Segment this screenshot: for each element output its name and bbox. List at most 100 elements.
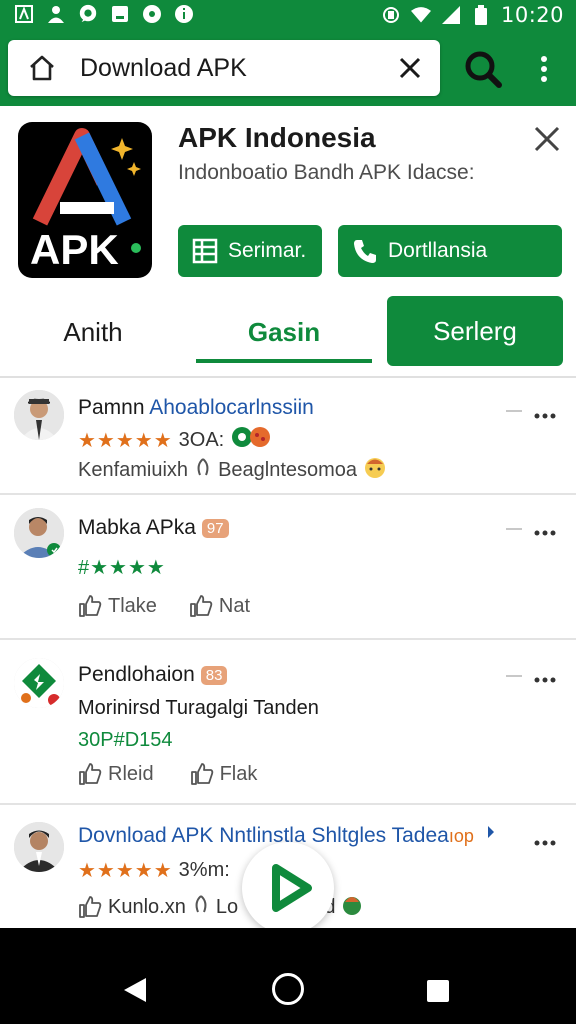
play-button[interactable]	[242, 842, 334, 934]
primary-action-button[interactable]: Serimar.	[178, 225, 322, 277]
divider	[506, 675, 522, 677]
review-actions: Tlake Nat	[78, 594, 250, 618]
wifi-icon	[410, 5, 431, 25]
star-rating: #★★★★	[78, 557, 166, 579]
like-label: Flak	[219, 762, 258, 785]
thumbs-up-icon	[190, 595, 213, 617]
call-button-label: Dortllansia	[388, 239, 488, 262]
review-rating-row: #★★★★	[78, 555, 166, 580]
thumbs-up-icon	[79, 595, 102, 617]
review-author: Pamnn Ahoablocarlnssiin	[78, 396, 314, 420]
avatar[interactable]	[14, 390, 64, 440]
avatar[interactable]	[14, 822, 64, 872]
review-detail-row: Kenfamiuixh Beaglntesomoa	[78, 455, 387, 485]
search-icon[interactable]	[464, 50, 502, 88]
share-icon	[480, 824, 498, 847]
home-nav-icon[interactable]	[272, 973, 304, 1005]
system-nav-bar	[0, 928, 576, 1024]
phone-icon	[352, 238, 378, 264]
green-badge-icon	[230, 425, 274, 455]
browser-toolbar: Download APK	[0, 30, 576, 106]
app-icon-text: APK	[30, 226, 119, 273]
tab-serlerg[interactable]: Serlerg	[387, 296, 563, 366]
like-button[interactable]: Rleid	[78, 762, 154, 786]
avatar[interactable]	[14, 658, 64, 708]
review-detail-a: Kenfamiuixh	[78, 458, 189, 481]
review-actions: Rleid Flak	[78, 762, 257, 786]
notification-icon	[110, 4, 130, 24]
more-horiz-icon[interactable]	[534, 407, 556, 419]
review-rating-row: ★★★★★ 3OA:	[78, 425, 274, 455]
review-detail-b: Beaglntesomoa	[218, 458, 358, 481]
battery-icon	[471, 5, 491, 25]
like-button[interactable]: Flak	[190, 762, 258, 786]
star-rating: ★★★★★	[78, 860, 173, 882]
recents-icon[interactable]	[427, 980, 449, 1002]
app-icon[interactable]: APK	[18, 122, 152, 278]
call-button[interactable]: Dortllansia	[338, 225, 562, 277]
close-icon[interactable]	[532, 124, 562, 154]
divider	[0, 803, 576, 805]
like-button[interactable]: Nat	[189, 594, 250, 618]
tab-gasin[interactable]: Gasin	[196, 302, 372, 362]
leaf-icon	[192, 894, 210, 920]
thumbs-up-icon	[79, 896, 102, 918]
divider	[0, 493, 576, 495]
play-icon	[272, 864, 312, 912]
review-detail-a: Kunlo.xn	[108, 895, 186, 918]
review-meta: 3%m:	[178, 859, 230, 881]
info-icon	[174, 4, 194, 24]
review-meta: 3OA:	[178, 428, 225, 451]
more-vert-icon[interactable]	[532, 54, 556, 84]
review-author-name: Pamnn	[78, 396, 145, 419]
more-horiz-icon[interactable]	[534, 671, 556, 683]
url-text[interactable]: Download APK	[80, 54, 247, 83]
status-bar: 10:20	[0, 0, 576, 30]
divider	[0, 638, 576, 640]
leaf-icon	[194, 457, 212, 483]
app-title: APK Indonesia	[178, 122, 376, 153]
chat-icon	[78, 4, 98, 24]
a-icon	[14, 4, 34, 24]
star-rating: ★★★★★	[78, 429, 173, 452]
thumbs-up-icon	[79, 763, 102, 785]
level-badge: 83	[200, 665, 228, 685]
review-author-name: Mabka APka	[78, 516, 196, 539]
primary-action-label: Serimar.	[228, 239, 307, 262]
review-green-tag: 30P#D154	[78, 729, 173, 751]
emoji-icon	[341, 892, 363, 922]
emoji-icon	[363, 455, 387, 485]
review-author: Pendlohaion 83	[78, 663, 228, 687]
app-subtitle: Indonboatio Bandh APK Idacse:	[178, 161, 475, 184]
review-body: Morinirsd Turagalgi Tanden	[78, 697, 319, 719]
divider	[0, 376, 576, 378]
status-time: 10:20	[500, 3, 564, 27]
review-detail-b: Lo	[215, 895, 239, 918]
like-label: Rleid	[108, 762, 154, 785]
signal-icon	[441, 5, 461, 25]
like-label: Tlake	[108, 594, 157, 617]
avatar[interactable]	[14, 508, 64, 558]
more-horiz-icon[interactable]	[534, 524, 556, 536]
divider	[506, 410, 522, 412]
media-icon	[142, 4, 162, 24]
thumbs-up-icon	[190, 763, 213, 785]
more-horiz-icon[interactable]	[534, 834, 556, 846]
like-button[interactable]: Tlake	[78, 594, 157, 618]
clear-icon[interactable]	[396, 54, 424, 82]
url-bar[interactable]: Download APK	[8, 40, 440, 96]
back-icon[interactable]	[122, 976, 148, 1009]
like-label: Nat	[218, 594, 251, 617]
tab-anith[interactable]: Anith	[18, 302, 168, 362]
review-rating-row: ★★★★★ 3%m:	[78, 858, 230, 883]
person-icon	[46, 4, 66, 24]
home-icon[interactable]	[28, 54, 56, 82]
review-author: Mabka APka 97	[78, 516, 229, 540]
review-author-suffix: ıop	[448, 826, 474, 846]
divider	[506, 528, 522, 530]
review-author-link[interactable]: Ahoablocarlnssiin	[149, 396, 314, 419]
review-author-name: Pendlohaion	[78, 663, 195, 686]
rotate-icon	[381, 5, 401, 25]
active-tab-indicator	[196, 359, 372, 363]
level-badge: 97	[201, 518, 229, 538]
